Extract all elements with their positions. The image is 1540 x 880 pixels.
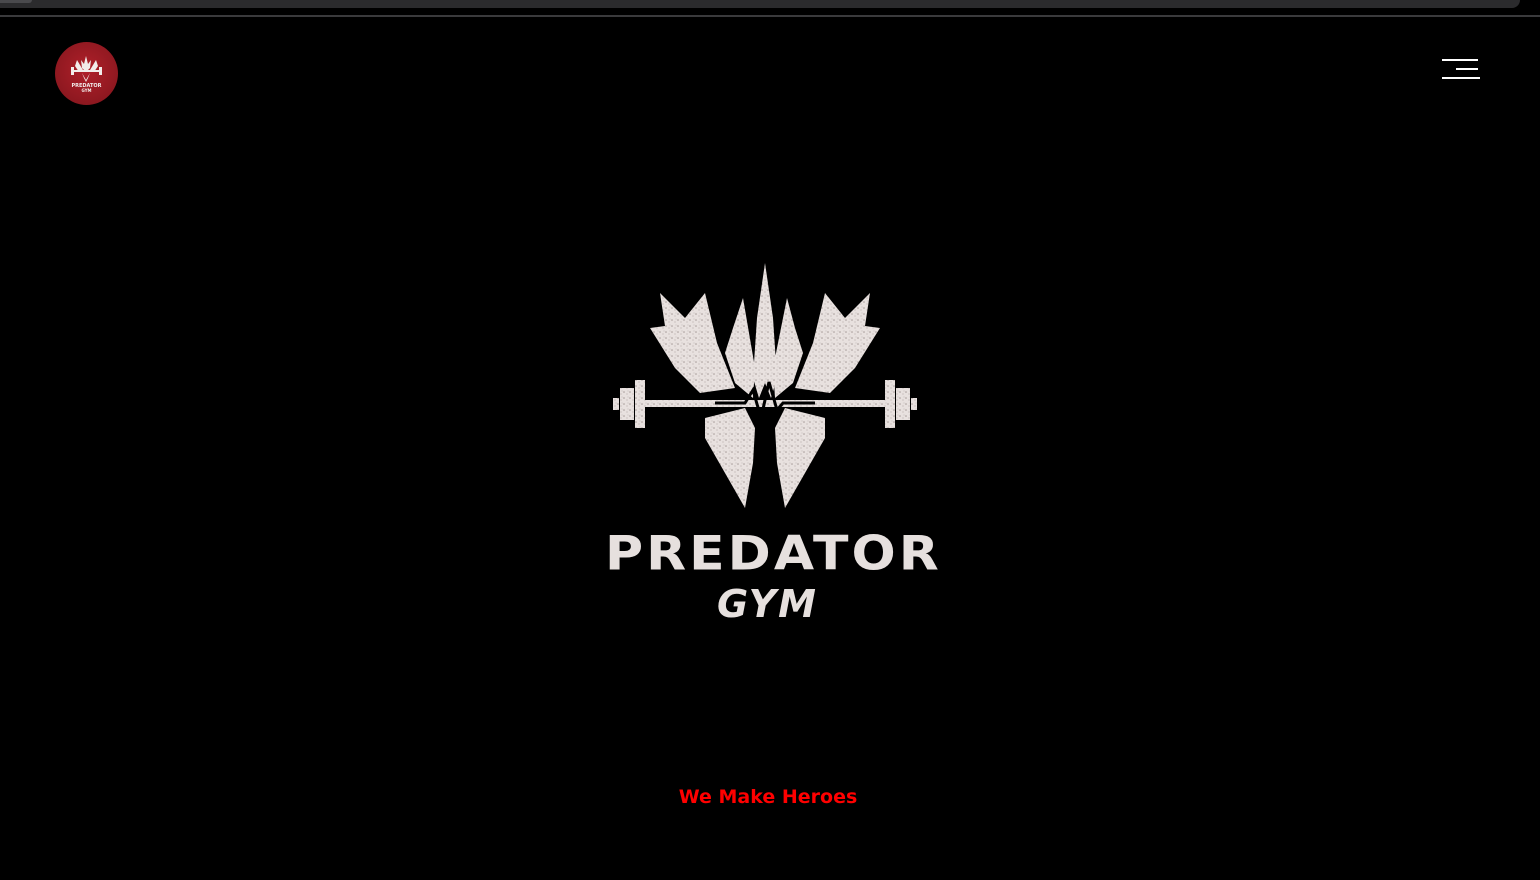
predator-emblem-icon xyxy=(613,263,917,508)
page: PREDATOR GYM PREDATOR GYM We Make Heroes xyxy=(0,0,1540,880)
top-divider xyxy=(0,15,1540,17)
predator-gym-logo-icon: PREDATOR GYM xyxy=(71,56,102,93)
browser-tab-edge xyxy=(0,0,32,3)
nav-logo[interactable]: PREDATOR GYM xyxy=(55,42,118,105)
brand-name: PREDATOR xyxy=(605,527,942,581)
menu-button[interactable] xyxy=(1440,56,1482,84)
nav-logo-sub: GYM xyxy=(81,88,91,93)
tagline: We Make Heroes xyxy=(678,786,858,808)
brand-subtitle: GYM xyxy=(717,582,818,626)
browser-top-strip xyxy=(0,0,1520,8)
